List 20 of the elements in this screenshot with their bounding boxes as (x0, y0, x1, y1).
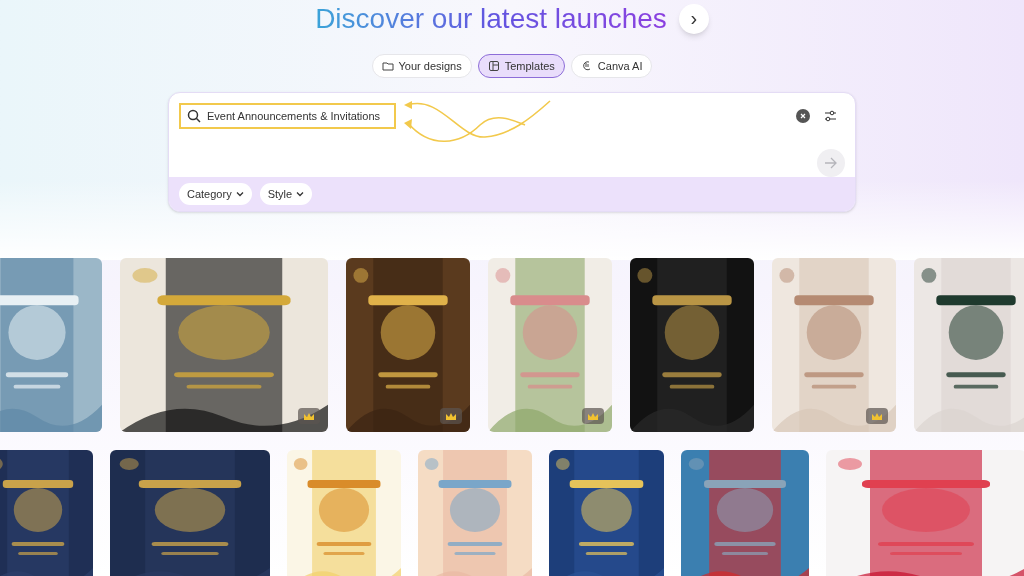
filter-icon[interactable] (824, 110, 837, 122)
tab[interactable]: Canva AI (570, 54, 653, 78)
tab[interactable]: Your designs (371, 54, 472, 78)
crown-icon (582, 408, 604, 424)
search-text: Event Announcements & Invitations (207, 108, 381, 124)
crown-icon (866, 408, 888, 424)
crown-icon (440, 408, 462, 424)
folder-icon (381, 60, 394, 72)
clear-button[interactable] (796, 109, 810, 123)
tab[interactable]: Templates (477, 54, 565, 78)
chevron-icon (235, 191, 244, 197)
filter-dropdown[interactable]: Style (259, 183, 313, 205)
arrow-icon (824, 157, 838, 169)
close-icon (800, 113, 806, 119)
search-icon (187, 109, 201, 123)
chevron-icon (296, 191, 305, 197)
search-field[interactable]: Event Announcements & Invitations (179, 103, 396, 129)
template-icon (487, 60, 500, 72)
filter-dropdown[interactable]: Category (179, 183, 252, 205)
crown-icon (298, 408, 320, 424)
